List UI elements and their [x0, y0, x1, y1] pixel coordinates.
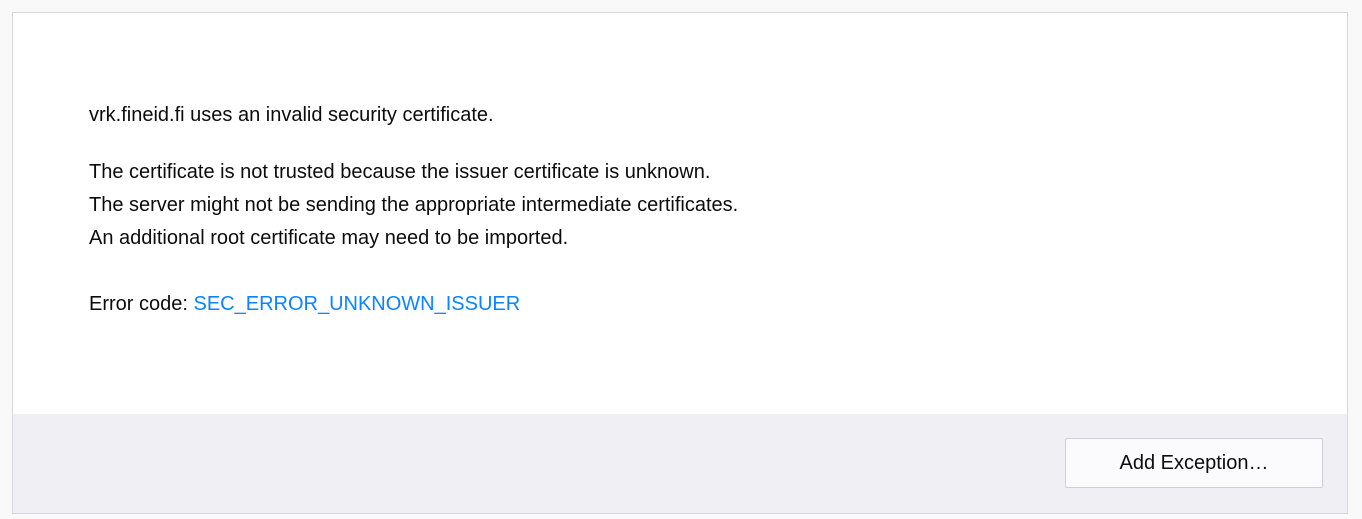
button-bar: Add Exception…: [13, 414, 1347, 513]
error-code-label: Error code:: [89, 293, 194, 315]
detail-line-1: The certificate is not trusted because t…: [89, 161, 711, 183]
details-paragraph: The certificate is not trusted because t…: [89, 156, 1307, 255]
advanced-details-panel: vrk.fineid.fi uses an invalid security c…: [12, 12, 1348, 514]
intro-text: vrk.fineid.fi uses an invalid security c…: [89, 104, 494, 126]
error-code-line: Error code: SEC_ERROR_UNKNOWN_ISSUER: [89, 288, 1307, 321]
add-exception-button[interactable]: Add Exception…: [1065, 438, 1323, 488]
detail-line-3: An additional root certificate may need …: [89, 227, 569, 249]
error-code-link[interactable]: SEC_ERROR_UNKNOWN_ISSUER: [193, 293, 520, 315]
advanced-details-content: vrk.fineid.fi uses an invalid security c…: [89, 99, 1307, 345]
detail-line-2: The server might not be sending the appr…: [89, 194, 739, 216]
